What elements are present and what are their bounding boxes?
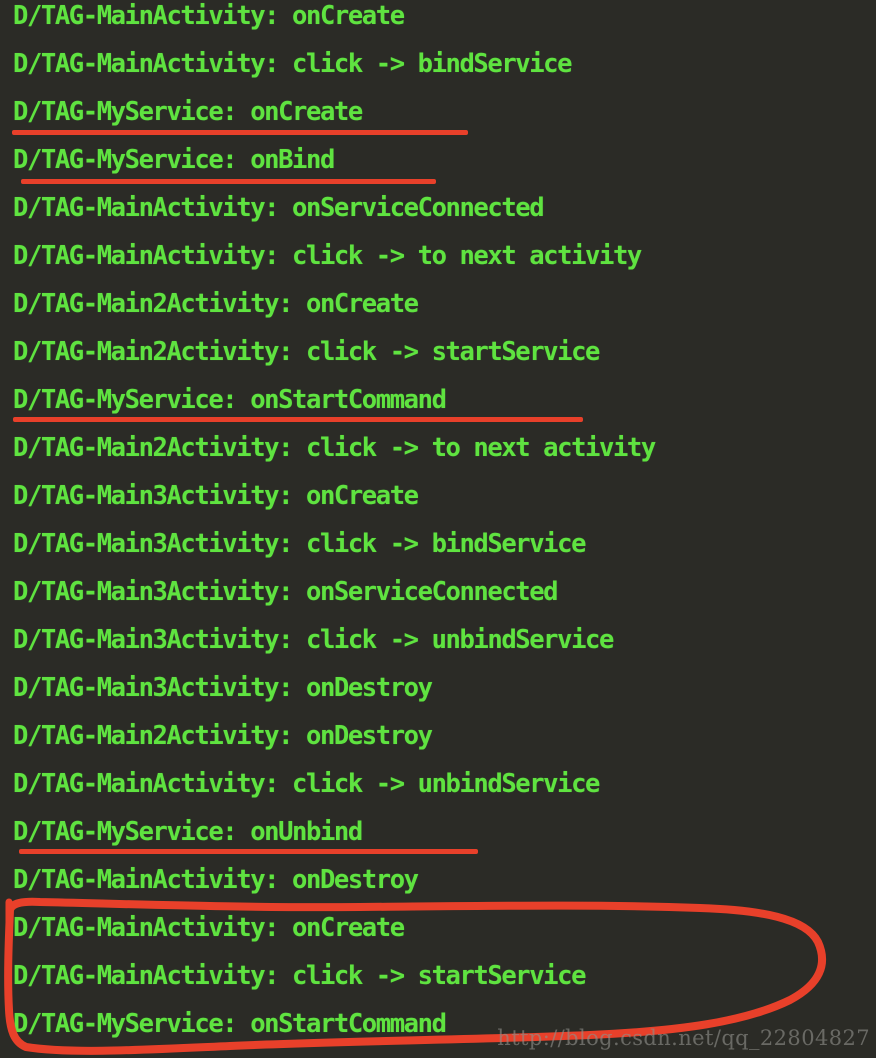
log-line: D/TAG-MyService: onStartCommand — [13, 1009, 447, 1039]
watermark-url: http://blog.csdn.net/qq_22804827 — [497, 1026, 870, 1050]
log-line: D/TAG-MainActivity: click -> bindService — [13, 49, 572, 79]
log-line: D/TAG-Main2Activity: click -> startServi… — [13, 337, 600, 367]
log-line: D/TAG-MyService: onCreate — [13, 97, 363, 127]
log-line: D/TAG-MainActivity: onServiceConnected — [13, 193, 545, 223]
log-line: D/TAG-Main2Activity: onCreate — [13, 289, 419, 319]
log-line: D/TAG-MainActivity: onCreate — [13, 913, 405, 943]
log-line: D/TAG-MyService: onUnbind — [13, 817, 363, 847]
log-line: D/TAG-MainActivity: click -> startServic… — [13, 961, 586, 991]
log-line: D/TAG-MyService: onStartCommand — [13, 385, 447, 415]
log-line: D/TAG-MainActivity: onCreate — [13, 1, 405, 31]
log-line: D/TAG-MainActivity: click -> unbindServi… — [13, 769, 600, 799]
log-line: D/TAG-Main3Activity: onServiceConnected — [13, 577, 559, 607]
log-line: D/TAG-Main2Activity: click -> to next ac… — [13, 433, 656, 463]
log-line: D/TAG-MyService: onBind — [13, 145, 335, 175]
log-line: D/TAG-Main2Activity: onDestroy — [13, 721, 433, 751]
log-line: D/TAG-Main3Activity: onCreate — [13, 481, 419, 511]
logcat-console: D/TAG-MainActivity: onCreate D/TAG-MainAc… — [0, 0, 876, 1058]
log-line: D/TAG-MainActivity: click -> to next act… — [13, 241, 642, 271]
log-line: D/TAG-Main3Activity: onDestroy — [13, 673, 433, 703]
log-line: D/TAG-MainActivity: onDestroy — [13, 865, 419, 895]
log-line: D/TAG-Main3Activity: click -> bindServic… — [13, 529, 586, 559]
log-line: D/TAG-Main3Activity: click -> unbindServ… — [13, 625, 614, 655]
log-output[interactable]: D/TAG-MainActivity: onCreate D/TAG-MainAc… — [0, 0, 876, 1058]
